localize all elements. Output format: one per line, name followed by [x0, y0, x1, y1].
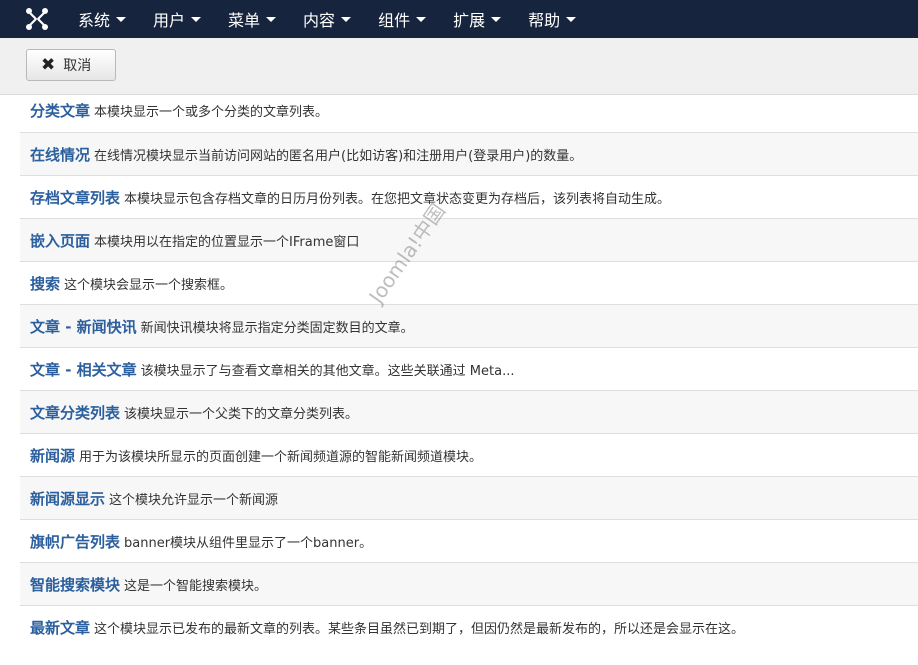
module-description: 这个模块会显示一个搜索框。: [64, 277, 234, 293]
module-description: 在线情况模块显示当前访问网站的匿名用户(比如访客)和注册用户(登录用户)的数量。: [94, 148, 583, 164]
module-description: banner模块从组件里显示了一个banner。: [124, 535, 373, 551]
module-title-link[interactable]: 在线情况: [30, 144, 90, 165]
list-item: 存档文章列表 本模块显示包含存档文章的日历月份列表。在您把文章状态变更为存档后，该…: [20, 175, 918, 218]
menu-extensions[interactable]: 扩展: [449, 0, 502, 38]
caret-down-icon: [566, 16, 577, 22]
list-item: 在线情况 在线情况模块显示当前访问网站的匿名用户(比如访客)和注册用户(登录用户)…: [20, 132, 918, 175]
toolbar: ✖ 取消: [0, 38, 918, 95]
joomla-logo-icon[interactable]: [0, 0, 74, 38]
list-item: 最新文章 这个模块显示已发布的最新文章的列表。某些条目虽然已到期了，但因仍然是最新…: [20, 605, 918, 648]
module-title-link[interactable]: 文章 - 相关文章: [30, 359, 137, 380]
module-description: 本模块显示包含存档文章的日历月份列表。在您把文章状态变更为存档后，该列表将自动生…: [124, 191, 671, 207]
module-title-link[interactable]: 旗帜广告列表: [30, 531, 120, 552]
caret-down-icon: [491, 16, 502, 22]
module-title-link[interactable]: 搜索: [30, 273, 60, 294]
list-item: 分类文章 本模块显示一个或多个分类的文章列表。: [20, 88, 918, 132]
module-title-link[interactable]: 新闻源: [30, 445, 75, 466]
close-icon: ✖: [41, 54, 56, 75]
module-description: 本模块用以在指定的位置显示一个IFrame窗口: [94, 234, 360, 250]
menu-menus[interactable]: 菜单: [224, 0, 277, 38]
caret-down-icon: [266, 16, 277, 22]
list-item: 旗帜广告列表 banner模块从组件里显示了一个banner。: [20, 519, 918, 562]
list-item: 嵌入页面 本模块用以在指定的位置显示一个IFrame窗口: [20, 218, 918, 261]
main-menu: 系统 用户 菜单 内容 组件 扩展 帮助: [74, 0, 599, 38]
module-description: 本模块显示一个或多个分类的文章列表。: [94, 104, 329, 120]
module-description: 这个模块允许显示一个新闻源: [109, 492, 279, 508]
module-title-link[interactable]: 存档文章列表: [30, 187, 120, 208]
list-item: 新闻源显示 这个模块允许显示一个新闻源: [20, 476, 918, 519]
module-title-link[interactable]: 智能搜索模块: [30, 574, 120, 595]
module-title-link[interactable]: 新闻源显示: [30, 488, 105, 509]
list-item: 搜索 这个模块会显示一个搜索框。: [20, 261, 918, 304]
module-type-list: 分类文章 本模块显示一个或多个分类的文章列表。 在线情况 在线情况模块显示当前访问网…: [20, 88, 918, 648]
list-item: 文章 - 新闻快讯 新闻快讯模块将显示指定分类固定数目的文章。: [20, 304, 918, 347]
module-title-link[interactable]: 文章 - 新闻快讯: [30, 316, 137, 337]
module-description: 用于为该模块所显示的页面创建一个新闻频道源的智能新闻频道模块。: [79, 449, 483, 465]
cancel-button[interactable]: ✖ 取消: [26, 49, 116, 81]
caret-down-icon: [191, 16, 202, 22]
module-title-link[interactable]: 分类文章: [30, 100, 90, 121]
module-description: 这个模块显示已发布的最新文章的列表。某些条目虽然已到期了，但因仍然是最新发布的，…: [94, 621, 745, 637]
menu-system[interactable]: 系统: [74, 0, 127, 38]
module-description: 新闻快讯模块将显示指定分类固定数目的文章。: [140, 320, 414, 336]
caret-down-icon: [116, 16, 127, 22]
list-item: 文章分类列表 该模块显示一个父类下的文章分类列表。: [20, 390, 918, 433]
menu-help[interactable]: 帮助: [524, 0, 577, 38]
menu-users[interactable]: 用户: [149, 0, 202, 38]
module-title-link[interactable]: 最新文章: [30, 617, 90, 638]
list-item: 新闻源 用于为该模块所显示的页面创建一个新闻频道源的智能新闻频道模块。: [20, 433, 918, 476]
caret-down-icon: [416, 16, 427, 22]
module-title-link[interactable]: 嵌入页面: [30, 230, 90, 251]
module-description: 这是一个智能搜索模块。: [124, 578, 268, 594]
list-item: 文章 - 相关文章 该模块显示了与查看文章相关的其他文章。这些关联通过 Meta.…: [20, 347, 918, 390]
module-description: 该模块显示一个父类下的文章分类列表。: [124, 406, 359, 422]
top-navbar: 系统 用户 菜单 内容 组件 扩展 帮助: [0, 0, 918, 38]
caret-down-icon: [341, 16, 352, 22]
menu-content[interactable]: 内容: [299, 0, 352, 38]
menu-components[interactable]: 组件: [374, 0, 427, 38]
list-item: 智能搜索模块 这是一个智能搜索模块。: [20, 562, 918, 605]
module-title-link[interactable]: 文章分类列表: [30, 402, 120, 423]
module-description: 该模块显示了与查看文章相关的其他文章。这些关联通过 Meta...: [140, 363, 515, 379]
